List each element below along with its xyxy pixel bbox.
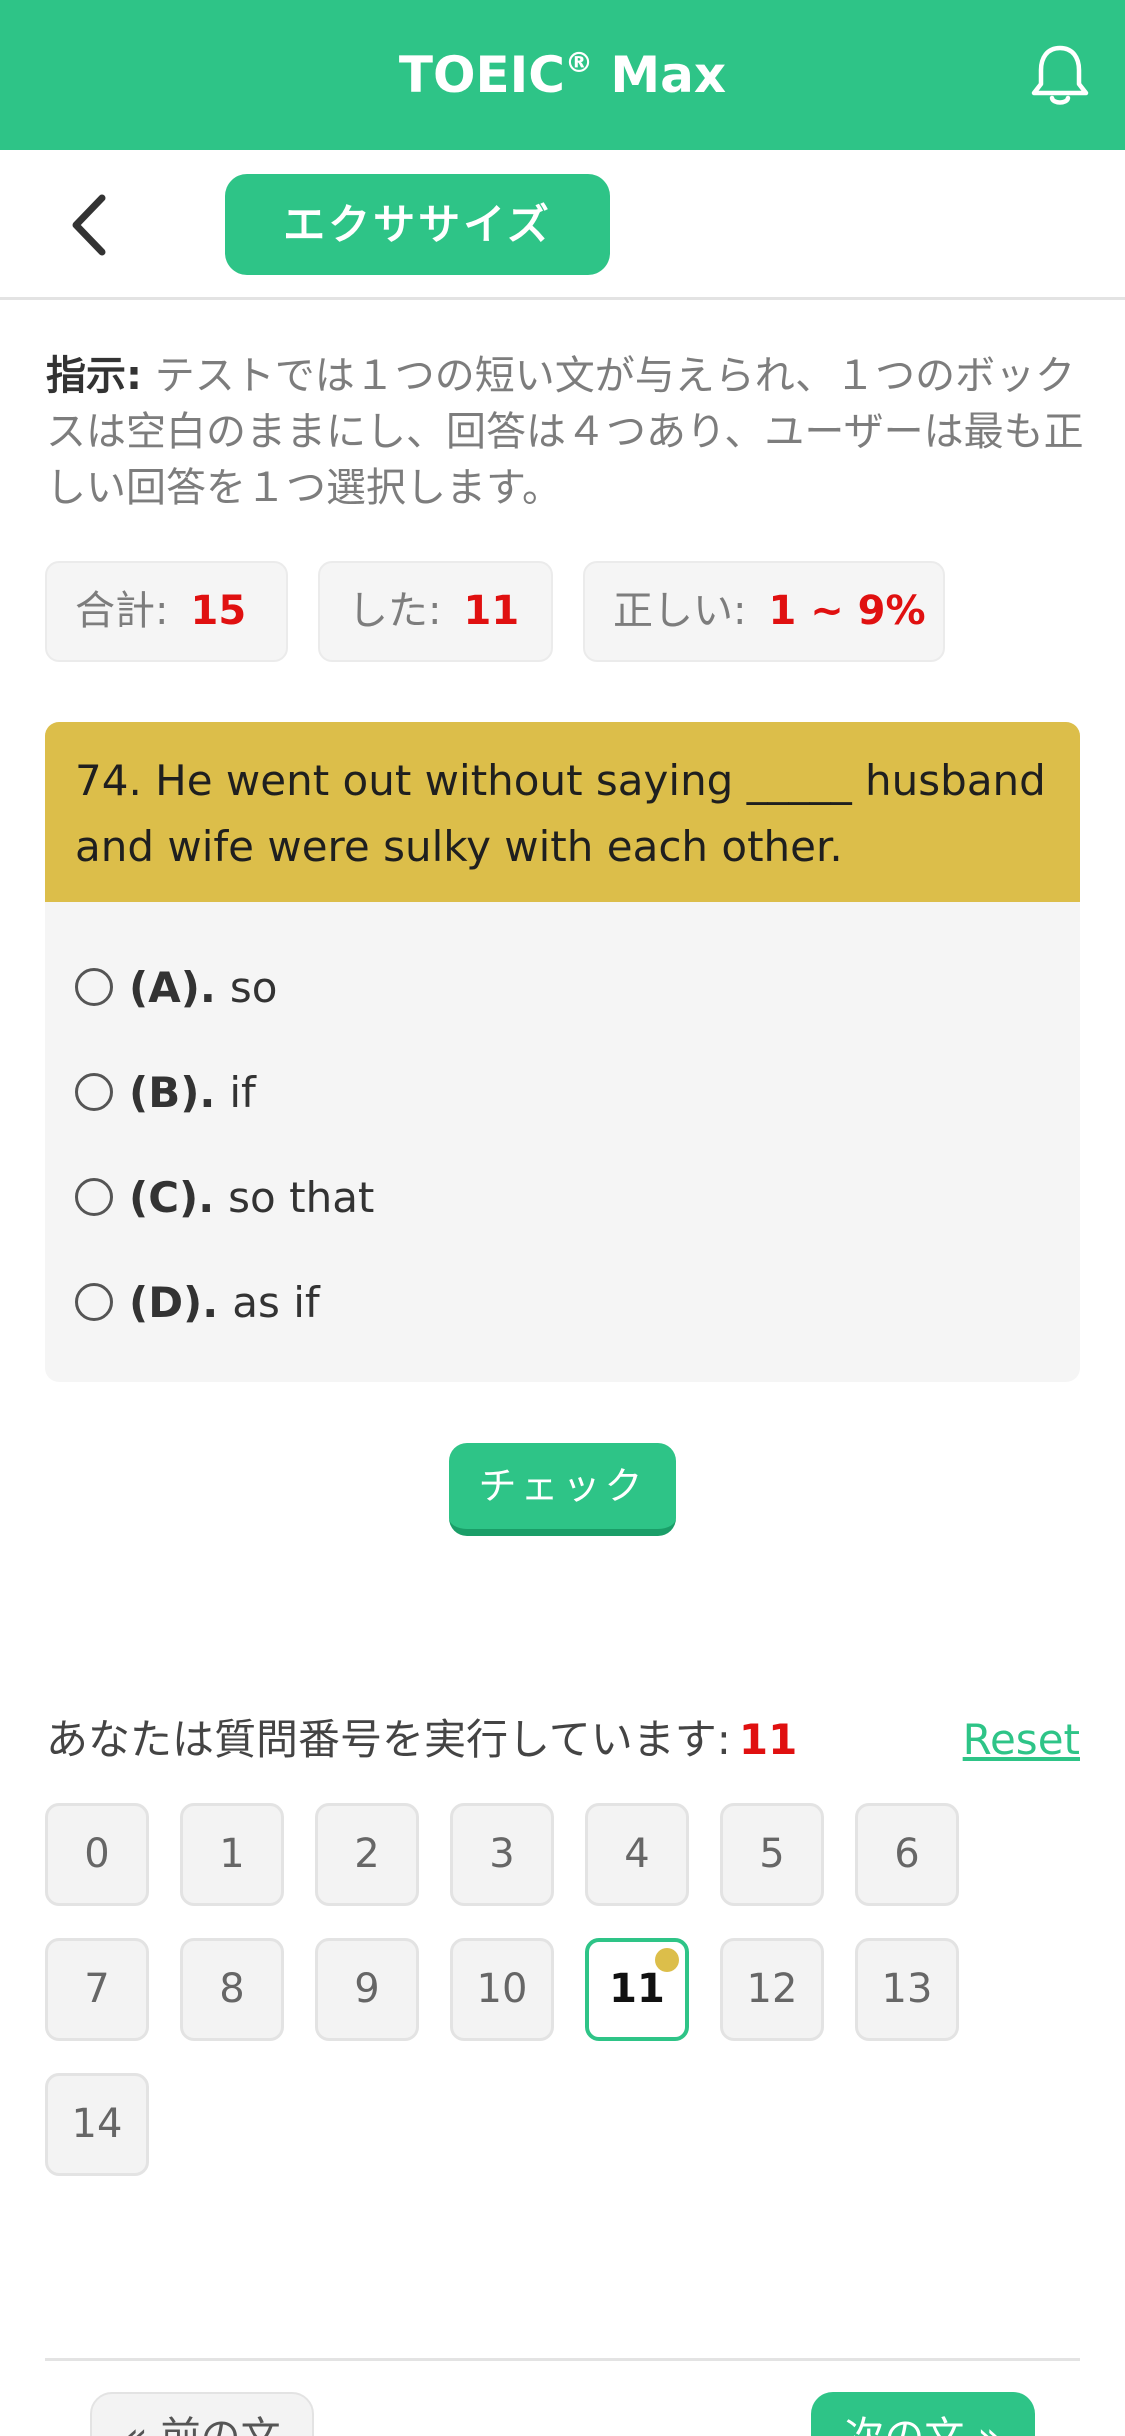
option-c[interactable]: (C). so that (75, 1168, 374, 1228)
question-number-1[interactable]: 1 (180, 1803, 284, 1906)
question-number-2[interactable]: 2 (315, 1803, 419, 1906)
question-number-13[interactable]: 13 (855, 1938, 959, 2041)
question-number-10[interactable]: 10 (450, 1938, 554, 2041)
app-bar: TOEIC® Max (0, 0, 1125, 150)
question-number-14[interactable]: 14 (45, 2073, 149, 2176)
instructions-label: 指示: (46, 353, 142, 399)
app-title: TOEIC® Max (0, 0, 1125, 150)
stat-done: した: 11 (318, 561, 553, 662)
question-number-6[interactable]: 6 (855, 1803, 959, 1906)
stat-correct-label: 正しい: (613, 588, 747, 634)
progress-label: あなたは質問番号を実行しています: 11 (46, 1710, 797, 1770)
check-button[interactable]: チェック (449, 1443, 676, 1536)
question-number-11-active[interactable]: 11 (585, 1938, 689, 2041)
radio-button[interactable] (75, 1177, 113, 1216)
progress-text: あなたは質問番号を実行しています: (46, 1715, 731, 1764)
option-text: so that (228, 1173, 375, 1222)
radio-button[interactable] (75, 1282, 113, 1321)
option-a[interactable]: (A). so (75, 958, 277, 1018)
sub-bar: エクササイズ (0, 150, 1125, 300)
question-number-label: 11 (609, 1966, 665, 2012)
divider (45, 2358, 1080, 2361)
option-d[interactable]: (D). as if (75, 1273, 320, 1333)
tab-exercise[interactable]: エクササイズ (225, 174, 610, 275)
stat-done-label: した: (348, 588, 442, 634)
option-text: if (229, 1068, 256, 1117)
radio-button[interactable] (75, 1072, 113, 1111)
stat-total: 合計: 15 (45, 561, 288, 662)
app-title-suffix: Max (592, 46, 727, 104)
stat-total-value: 15 (190, 588, 247, 634)
radio-button[interactable] (75, 967, 113, 1006)
question-number-5[interactable]: 5 (720, 1803, 824, 1906)
registered-mark: ® (564, 46, 593, 79)
question-text: 74. He went out without saying _____ hus… (45, 722, 1080, 902)
current-marker-dot (655, 1948, 679, 1972)
question-number-0[interactable]: 0 (45, 1803, 149, 1906)
question-number-9[interactable]: 9 (315, 1938, 419, 2041)
stat-correct-value: 1 ~ 9% (768, 588, 926, 634)
back-arrow-icon[interactable] (60, 190, 120, 260)
option-letter: (D). (129, 1278, 219, 1327)
instructions: 指示: テストでは１つの短い文が与えられ、１つのボックスは空白のままにし、回答は… (46, 348, 1086, 516)
current-question-number: 11 (738, 1715, 798, 1764)
bell-icon[interactable] (1025, 40, 1095, 110)
question-number-3[interactable]: 3 (450, 1803, 554, 1906)
question-number-4[interactable]: 4 (585, 1803, 689, 1906)
option-letter: (A). (129, 963, 216, 1012)
stat-done-value: 11 (463, 588, 520, 634)
instructions-text: テストでは１つの短い文が与えられ、１つのボックスは空白のままにし、回答は４つあり… (46, 353, 1084, 511)
option-letter: (B). (129, 1068, 216, 1117)
question-card: 74. He went out without saying _____ hus… (45, 722, 1080, 1382)
next-sentence-button[interactable]: 次の文 » (811, 2392, 1035, 2436)
question-number-7[interactable]: 7 (45, 1938, 149, 2041)
question-number-12[interactable]: 12 (720, 1938, 824, 2041)
app-title-text: TOEIC (398, 46, 565, 104)
reset-link[interactable]: Reset (963, 1710, 1080, 1770)
option-b[interactable]: (B). if (75, 1063, 256, 1123)
prev-sentence-button[interactable]: « 前の文 (90, 2392, 314, 2436)
option-text: as if (232, 1278, 320, 1327)
option-letter: (C). (129, 1173, 215, 1222)
stat-total-label: 合計: (75, 588, 169, 634)
question-number-8[interactable]: 8 (180, 1938, 284, 2041)
stat-correct: 正しい: 1 ~ 9% (583, 561, 945, 662)
option-text: so (229, 963, 278, 1012)
